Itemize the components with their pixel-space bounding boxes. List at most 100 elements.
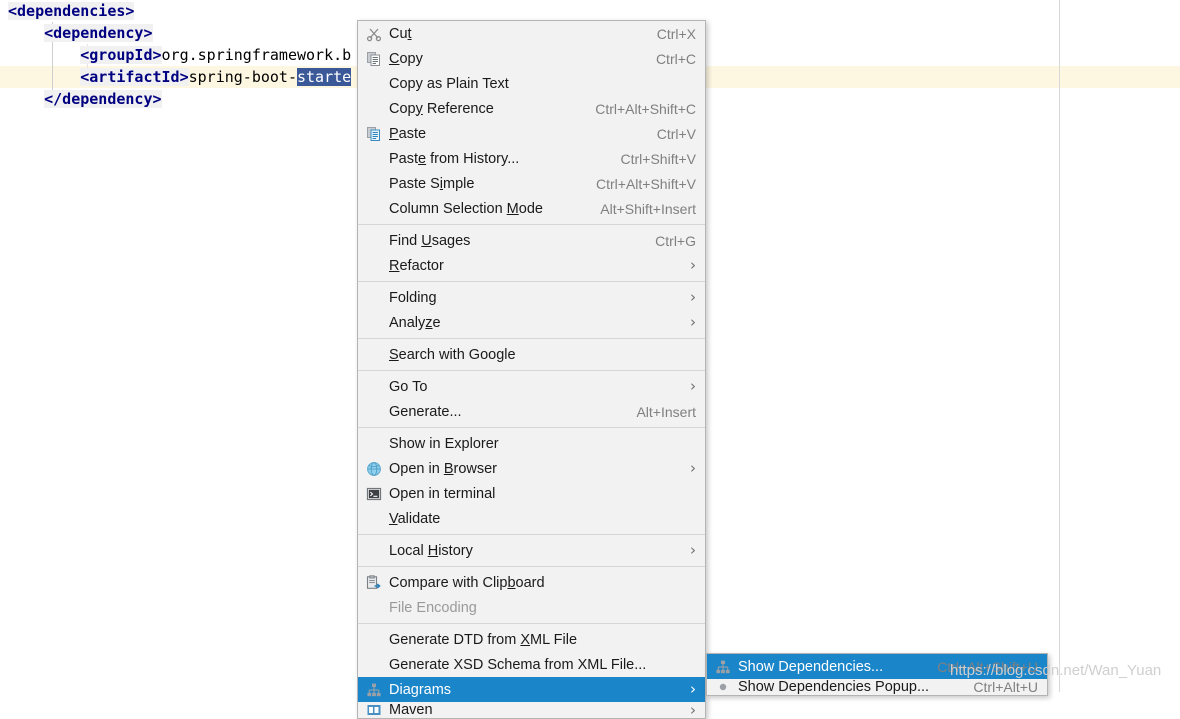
menu-item-label: Generate XSD Schema from XML File... [389, 657, 696, 673]
menu-separator [358, 427, 705, 428]
selected-text: starte [297, 68, 351, 86]
menu-item-label: Maven [389, 702, 678, 718]
maven-icon [358, 698, 389, 719]
menu-item-label: Generate DTD from XML File [389, 632, 696, 648]
menu-item-validate[interactable]: Validate [358, 506, 705, 531]
no-icon [358, 310, 389, 335]
menu-item-open-in-browser[interactable]: Open in Browser › [358, 456, 705, 481]
no-icon [358, 399, 389, 424]
chevron-right-icon: › [690, 703, 696, 718]
menu-item-label: Go To [389, 379, 678, 395]
menu-item-label: Find Usages [389, 233, 639, 249]
no-icon [358, 96, 389, 121]
menu-item-generate[interactable]: Generate... Alt+Insert [358, 399, 705, 424]
menu-item-copy-reference[interactable]: Copy Reference Ctrl+Alt+Shift+C [358, 96, 705, 121]
menu-item-label: Show Dependencies... [738, 659, 921, 675]
menu-separator [358, 281, 705, 282]
no-icon [358, 228, 389, 253]
menu-item-go-to[interactable]: Go To › [358, 374, 705, 399]
menu-item-folding[interactable]: Folding › [358, 285, 705, 310]
menu-item-label: Cut [389, 26, 641, 42]
code-line[interactable]: <dependencies> [0, 0, 1180, 22]
menu-separator [358, 534, 705, 535]
menu-item-copy-as-plain-text[interactable]: Copy as Plain Text [358, 71, 705, 96]
menu-item-show-dependencies-popup[interactable]: Show Dependencies Popup... Ctrl+Alt+U [707, 679, 1047, 695]
menu-item-shortcut: Ctrl+X [657, 26, 696, 42]
chevron-right-icon: › [690, 461, 696, 476]
menu-item-shortcut: Ctrl+V [657, 126, 696, 142]
menu-item-show-in-explorer[interactable]: Show in Explorer [358, 431, 705, 456]
menu-item-label: Copy as Plain Text [389, 76, 696, 92]
menu-item-generate-dtd-from-xml-file[interactable]: Generate DTD from XML File [358, 627, 705, 652]
menu-item-label: Paste [389, 126, 641, 142]
menu-item-shortcut: Ctrl+Alt+Shift+U [937, 659, 1038, 675]
menu-item-diagrams[interactable]: Diagrams› [358, 677, 705, 702]
no-icon [358, 595, 389, 620]
menu-item-label: Folding [389, 290, 678, 306]
no-icon [358, 506, 389, 531]
menu-item-shortcut: Ctrl+Alt+U [973, 679, 1038, 695]
menu-item-shortcut: Alt+Shift+Insert [600, 201, 696, 217]
menu-item-paste-simple[interactable]: Paste SimpleCtrl+Alt+Shift+V [358, 171, 705, 196]
menu-separator [358, 566, 705, 567]
menu-item-label: Show in Explorer [389, 436, 696, 452]
chevron-right-icon: › [690, 290, 696, 305]
scissors-icon [358, 21, 389, 46]
paste-icon [358, 121, 389, 146]
menu-item-generate-xsd-schema-from-xml-file[interactable]: Generate XSD Schema from XML File... [358, 652, 705, 677]
menu-item-cut[interactable]: Cut Ctrl+X [358, 21, 705, 46]
no-icon [358, 171, 389, 196]
menu-item-label: Open in terminal [389, 486, 696, 502]
editor-context-menu[interactable]: Cut Ctrl+X Copy Ctrl+C Copy as Plain Text Cop… [357, 20, 706, 719]
menu-item-label: Generate... [389, 404, 620, 420]
menu-item-show-dependencies[interactable]: Show Dependencies... Ctrl+Alt+Shift+U [707, 654, 1047, 679]
menu-item-find-usages[interactable]: Find UsagesCtrl+G [358, 228, 705, 253]
no-icon [358, 374, 389, 399]
menu-item-label: Column Selection Mode [389, 201, 584, 217]
chevron-right-icon: › [690, 258, 696, 273]
menu-item-shortcut: Alt+Insert [636, 404, 696, 420]
menu-item-open-in-terminal[interactable]: Open in terminal [358, 481, 705, 506]
no-icon [358, 627, 389, 652]
menu-item-search-with-google[interactable]: Search with Google [358, 342, 705, 367]
menu-item-refactor[interactable]: Refactor › [358, 253, 705, 278]
menu-item-copy[interactable]: Copy Ctrl+C [358, 46, 705, 71]
code-token: <artifactId> [80, 68, 188, 86]
menu-item-label: Copy Reference [389, 101, 579, 117]
no-icon [358, 146, 389, 171]
popup-icon [707, 675, 738, 697]
menu-item-shortcut: Ctrl+Alt+Shift+C [595, 101, 696, 117]
no-icon [358, 652, 389, 677]
menu-item-local-history[interactable]: Local History› [358, 538, 705, 563]
menu-item-label: File Encoding [389, 600, 696, 616]
no-icon [358, 431, 389, 456]
menu-item-label: Validate [389, 511, 696, 527]
menu-item-label: Search with Google [389, 347, 696, 363]
menu-item-paste-from-history[interactable]: Paste from History... Ctrl+Shift+V [358, 146, 705, 171]
no-icon [358, 253, 389, 278]
menu-item-label: Local History [389, 543, 678, 559]
menu-item-label: Paste from History... [389, 151, 605, 167]
menu-item-paste[interactable]: Paste Ctrl+V [358, 121, 705, 146]
chevron-right-icon: › [690, 682, 696, 697]
menu-item-label: Compare with Clipboard [389, 575, 696, 591]
no-icon [358, 285, 389, 310]
menu-item-analyze[interactable]: Analyze› [358, 310, 705, 335]
menu-item-label: Show Dependencies Popup... [738, 679, 957, 695]
menu-item-shortcut: Ctrl+Shift+V [621, 151, 696, 167]
menu-item-label: Paste Simple [389, 176, 580, 192]
menu-item-file-encoding: File Encoding [358, 595, 705, 620]
diagrams-submenu[interactable]: Show Dependencies...Ctrl+Alt+Shift+UShow… [706, 653, 1048, 696]
code-token: <dependency> [44, 24, 152, 42]
chevron-right-icon: › [690, 379, 696, 394]
copy-icon [358, 46, 389, 71]
menu-item-label: Refactor [389, 258, 678, 274]
menu-item-label: Open in Browser [389, 461, 678, 477]
no-icon [358, 538, 389, 563]
menu-item-label: Copy [389, 51, 640, 67]
menu-item-compare-with-clipboard[interactable]: Compare with Clipboard [358, 570, 705, 595]
menu-item-column-selection-mode[interactable]: Column Selection Mode Alt+Shift+Insert [358, 196, 705, 221]
code-token: org.springframework.b [162, 46, 352, 64]
menu-item-shortcut: Ctrl+C [656, 51, 696, 67]
menu-item-maven[interactable]: Maven › [358, 702, 705, 718]
